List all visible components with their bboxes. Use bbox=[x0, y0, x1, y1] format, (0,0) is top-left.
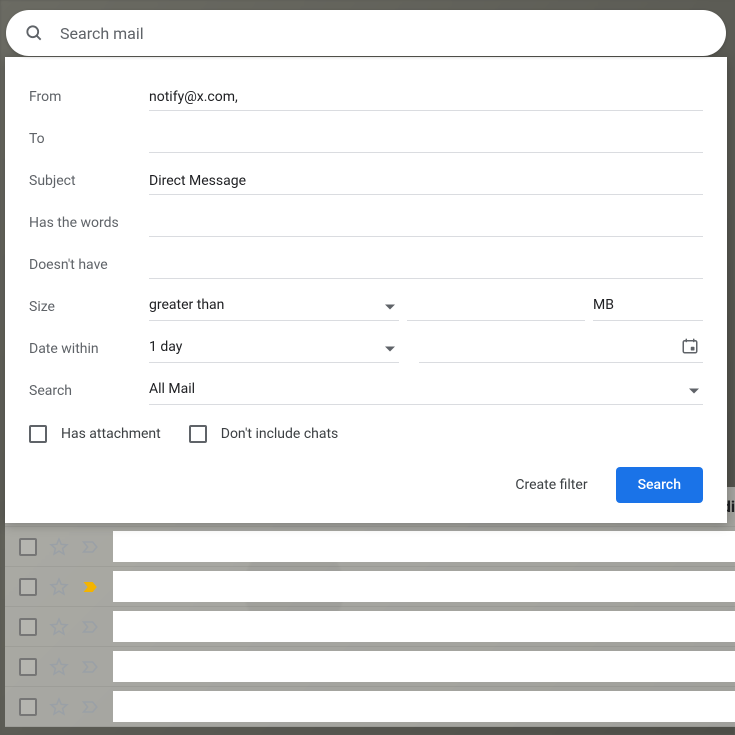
has-words-label: Has the words bbox=[29, 215, 149, 231]
date-value-wrap bbox=[419, 335, 703, 363]
select-checkbox[interactable] bbox=[19, 618, 37, 636]
search-in-row: Search All Mail bbox=[29, 375, 703, 407]
size-label: Size bbox=[29, 299, 149, 315]
has-words-input[interactable] bbox=[149, 209, 703, 237]
subject-input[interactable] bbox=[149, 167, 703, 195]
from-label: From bbox=[29, 89, 149, 105]
doesnt-have-label: Doesn't have bbox=[29, 257, 149, 273]
select-checkbox[interactable] bbox=[19, 698, 37, 716]
size-unit-select[interactable]: MB bbox=[593, 293, 703, 321]
important-icon[interactable] bbox=[81, 577, 101, 597]
dont-include-chats-checkbox[interactable]: Don't include chats bbox=[189, 425, 339, 443]
size-unit-value: MB bbox=[593, 293, 703, 321]
from-input[interactable] bbox=[149, 83, 703, 111]
star-icon[interactable] bbox=[49, 657, 69, 677]
doesnt-have-input[interactable] bbox=[149, 251, 703, 279]
search-bar[interactable] bbox=[6, 10, 726, 56]
to-row: To bbox=[29, 123, 703, 155]
search-in-label: Search bbox=[29, 383, 149, 399]
mail-row[interactable] bbox=[5, 527, 735, 567]
important-icon[interactable] bbox=[81, 657, 101, 677]
select-checkbox[interactable] bbox=[19, 538, 37, 556]
checkbox-box bbox=[189, 425, 207, 443]
has-words-row: Has the words bbox=[29, 207, 703, 239]
mail-row[interactable] bbox=[5, 687, 735, 727]
checkbox-row: Has attachment Don't include chats bbox=[29, 425, 703, 443]
checkbox-box bbox=[29, 425, 47, 443]
mail-list: Audiense Daily summary for account @Adam… bbox=[5, 487, 735, 727]
to-label: To bbox=[29, 131, 149, 147]
search-button[interactable]: Search bbox=[616, 467, 703, 503]
mail-content-strip bbox=[113, 531, 735, 562]
advanced-search-panel: From To Subject Has the words Doesn't ha… bbox=[5, 57, 727, 523]
search-in-value: All Mail bbox=[149, 377, 703, 405]
important-icon[interactable] bbox=[81, 697, 101, 717]
doesnt-have-row: Doesn't have bbox=[29, 249, 703, 281]
mail-row[interactable] bbox=[5, 567, 735, 607]
mail-row[interactable] bbox=[5, 607, 735, 647]
mail-content-strip bbox=[113, 611, 735, 642]
star-icon[interactable] bbox=[49, 617, 69, 637]
search-icon bbox=[24, 23, 44, 43]
subject-label: Subject bbox=[29, 173, 149, 189]
filter-buttons: Create filter Search bbox=[29, 467, 703, 503]
select-checkbox[interactable] bbox=[19, 658, 37, 676]
mail-row[interactable] bbox=[5, 647, 735, 687]
size-number-input[interactable] bbox=[407, 293, 585, 321]
important-icon[interactable] bbox=[81, 537, 101, 557]
from-row: From bbox=[29, 81, 703, 113]
size-comparator-select[interactable]: greater than bbox=[149, 293, 399, 321]
subject-row: Subject bbox=[29, 165, 703, 197]
calendar-icon[interactable] bbox=[681, 337, 699, 359]
search-in-select[interactable]: All Mail bbox=[149, 377, 703, 405]
star-icon[interactable] bbox=[49, 577, 69, 597]
date-range-select[interactable]: 1 day bbox=[149, 335, 399, 363]
mail-content-strip bbox=[113, 691, 735, 722]
date-within-label: Date within bbox=[29, 341, 149, 357]
has-attachment-checkbox[interactable]: Has attachment bbox=[29, 425, 161, 443]
mail-content-strip bbox=[113, 651, 735, 682]
important-icon[interactable] bbox=[81, 617, 101, 637]
has-attachment-label: Has attachment bbox=[61, 426, 161, 442]
size-number-wrap bbox=[407, 293, 585, 321]
to-input[interactable] bbox=[149, 125, 703, 153]
dont-include-chats-label: Don't include chats bbox=[221, 426, 339, 442]
size-comparator-value: greater than bbox=[149, 293, 399, 321]
date-range-value: 1 day bbox=[149, 335, 399, 363]
date-within-row: Date within 1 day bbox=[29, 333, 703, 365]
star-icon[interactable] bbox=[49, 697, 69, 717]
search-input[interactable] bbox=[60, 24, 708, 43]
create-filter-button[interactable]: Create filter bbox=[509, 469, 593, 501]
mail-content-strip bbox=[113, 571, 735, 602]
date-value-input[interactable] bbox=[419, 335, 703, 363]
size-row: Size greater than MB bbox=[29, 291, 703, 323]
star-icon[interactable] bbox=[49, 537, 69, 557]
select-checkbox[interactable] bbox=[19, 578, 37, 596]
